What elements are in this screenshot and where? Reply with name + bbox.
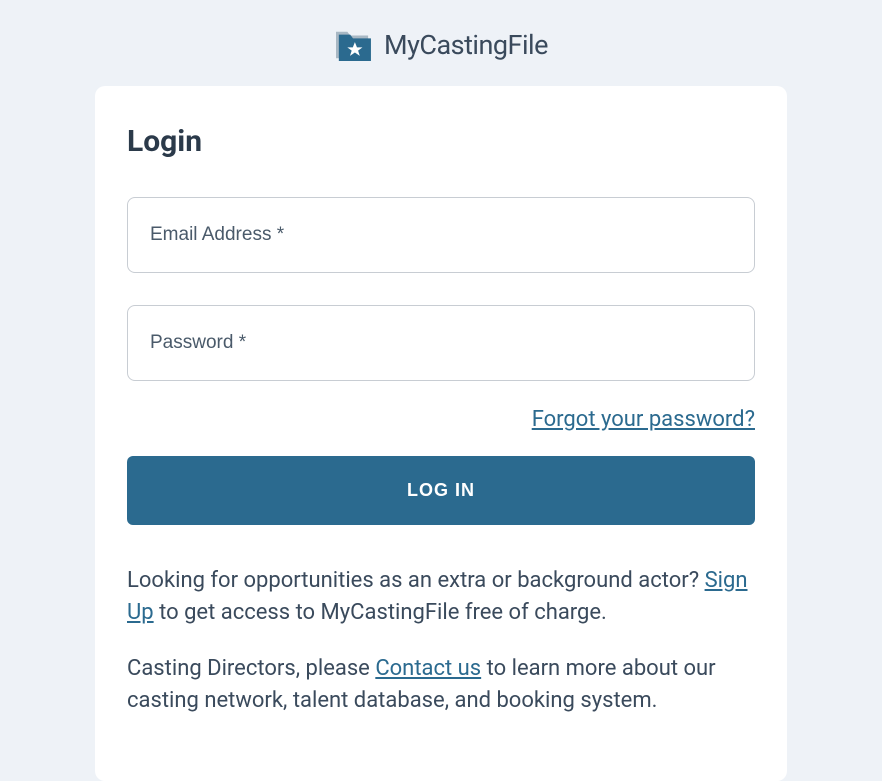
directors-info: Casting Directors, please Contact us to … bbox=[127, 653, 755, 717]
signup-info: Looking for opportunities as an extra or… bbox=[127, 565, 755, 629]
page-title: Login bbox=[127, 124, 755, 159]
email-field-wrapper bbox=[127, 197, 755, 273]
folder-star-icon bbox=[334, 28, 372, 62]
password-field-wrapper bbox=[127, 305, 755, 381]
login-button[interactable]: LOG IN bbox=[127, 456, 755, 525]
signup-pre-text: Looking for opportunities as an extra or… bbox=[127, 568, 705, 593]
contact-link[interactable]: Contact us bbox=[375, 656, 481, 681]
login-card: Login Forgot your password? LOG IN Looki… bbox=[95, 86, 787, 781]
directors-pre-text: Casting Directors, please bbox=[127, 656, 375, 681]
signup-post-text: to get access to MyCastingFile free of c… bbox=[154, 600, 607, 625]
logo-section: MyCastingFile bbox=[0, 0, 882, 86]
email-input[interactable] bbox=[127, 197, 755, 273]
password-input[interactable] bbox=[127, 305, 755, 381]
forgot-row: Forgot your password? bbox=[127, 407, 755, 432]
forgot-password-link[interactable]: Forgot your password? bbox=[532, 407, 755, 432]
brand-name: MyCastingFile bbox=[384, 29, 548, 61]
